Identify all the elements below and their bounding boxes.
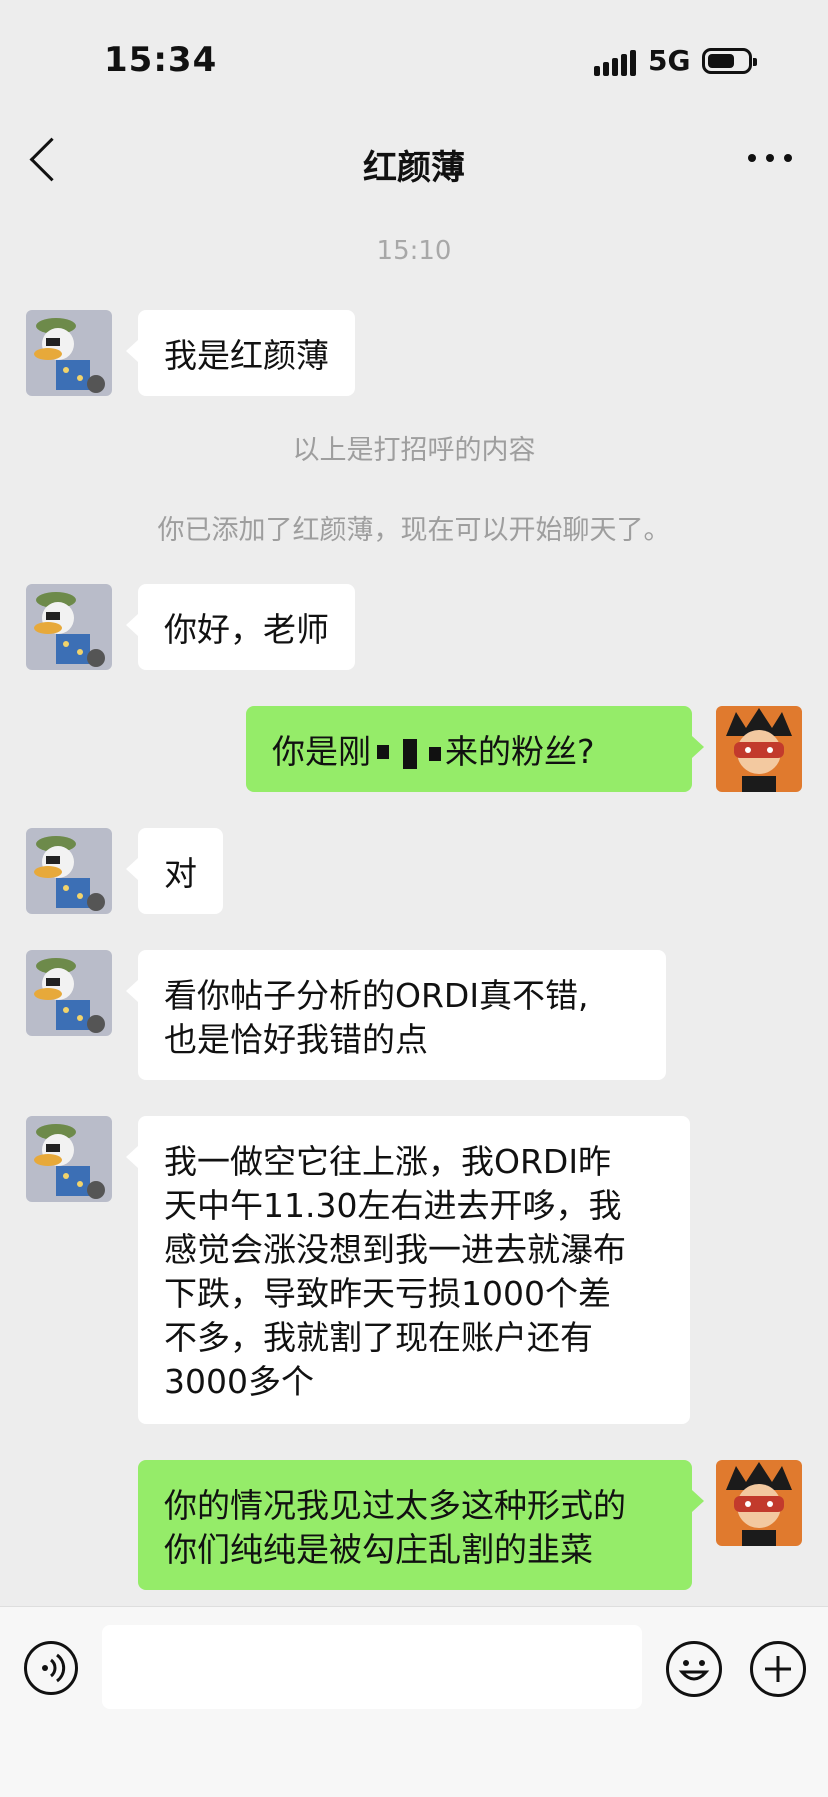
network-label: 5G [648,44,691,77]
chat-title: 红颜薄 [363,148,465,188]
message-line: 3000多个 [164,1362,314,1401]
message-line: 感觉会涨没想到我一进去就瀑布 [164,1230,626,1269]
system-note: 你已添加了红颜薄，现在可以开始聊天了。 [157,515,671,546]
avatar[interactable] [26,1116,112,1202]
redaction-mark [373,738,443,769]
message-line: 也是恰好我错的点 [164,1020,428,1059]
plus-icon[interactable] [750,1641,806,1697]
message-text-after: 来的粉丝? [445,732,595,771]
message-line: 你们纯纯是被勾庄乱割的韭菜 [164,1530,593,1569]
message-text: 我是红颜薄 [164,336,329,375]
message-text-before: 你是刚 [272,732,371,771]
battery-icon [702,48,757,74]
message-line: 不多，我就割了现在账户还有 [164,1318,593,1357]
avatar[interactable] [26,584,112,670]
avatar-self[interactable] [716,706,802,792]
message-bubble-outgoing[interactable]: 你是刚 来的粉丝? [246,706,704,792]
emoji-icon[interactable] [666,1641,722,1697]
status-time: 15:34 [104,40,218,80]
input-bar [0,1606,828,1797]
message-bubble-incoming[interactable]: 你好，老师 [126,584,355,670]
message-text: 对 [164,854,197,893]
message-bubble-incoming[interactable]: 对 [126,828,223,914]
message-text: 你好，老师 [164,610,329,649]
message-bubble-incoming[interactable]: 看你帖子分析的ORDI真不错, 也是恰好我错的点 [126,950,666,1080]
status-bar: 15:34 5G [0,0,828,120]
message-bubble-incoming[interactable]: 我一做空它往上涨，我ORDI昨 天中午11.30左右进去开哆，我 感觉会涨没想到… [126,1116,690,1424]
avatar[interactable] [26,310,112,396]
system-note: 以上是打招呼的内容 [292,435,536,466]
message-line: 看你帖子分析的ORDI真不错, [164,976,589,1015]
avatar-self[interactable] [716,1460,802,1546]
message-line: 我一做空它往上涨，我ORDI昨 [164,1142,612,1181]
avatar[interactable] [26,950,112,1036]
chat-timestamp: 15:10 [376,236,452,266]
signal-icon [594,48,638,76]
message-bubble-outgoing[interactable]: 你的情况我见过太多这种形式的 你们纯纯是被勾庄乱割的韭菜 [138,1460,704,1590]
more-dots-icon[interactable] [748,154,792,164]
voice-icon[interactable] [24,1641,78,1695]
message-bubble-incoming[interactable]: 我是红颜薄 [126,310,355,396]
chat-header: 红颜薄 [0,120,828,204]
message-line: 下跌，导致昨天亏损1000个差 [164,1274,611,1313]
message-line: 你的情况我见过太多这种形式的 [164,1486,626,1525]
message-input[interactable] [102,1625,642,1709]
message-line: 天中午11.30左右进去开哆，我 [164,1186,622,1225]
avatar[interactable] [26,828,112,914]
